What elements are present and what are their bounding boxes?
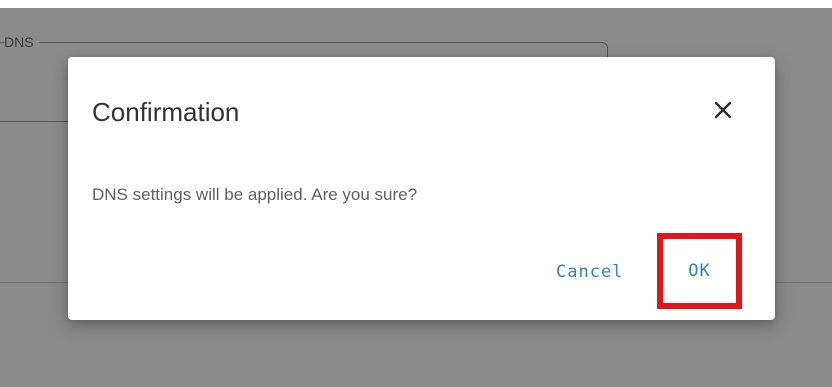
- ok-button-highlight: OK: [657, 233, 742, 309]
- page-top-bar: [0, 0, 832, 8]
- dialog-actions: Cancel OK: [68, 233, 775, 309]
- ok-button[interactable]: OK: [688, 259, 710, 283]
- dialog-message: DNS settings will be applied. Are you su…: [92, 185, 418, 204]
- close-button[interactable]: [706, 95, 740, 129]
- dns-fieldset-legend: DNS: [4, 33, 39, 51]
- close-icon: [713, 100, 733, 125]
- cancel-button[interactable]: Cancel: [556, 260, 623, 284]
- confirmation-dialog: Confirmation DNS settings will be applie…: [68, 57, 775, 320]
- dialog-title: Confirmation: [92, 97, 240, 127]
